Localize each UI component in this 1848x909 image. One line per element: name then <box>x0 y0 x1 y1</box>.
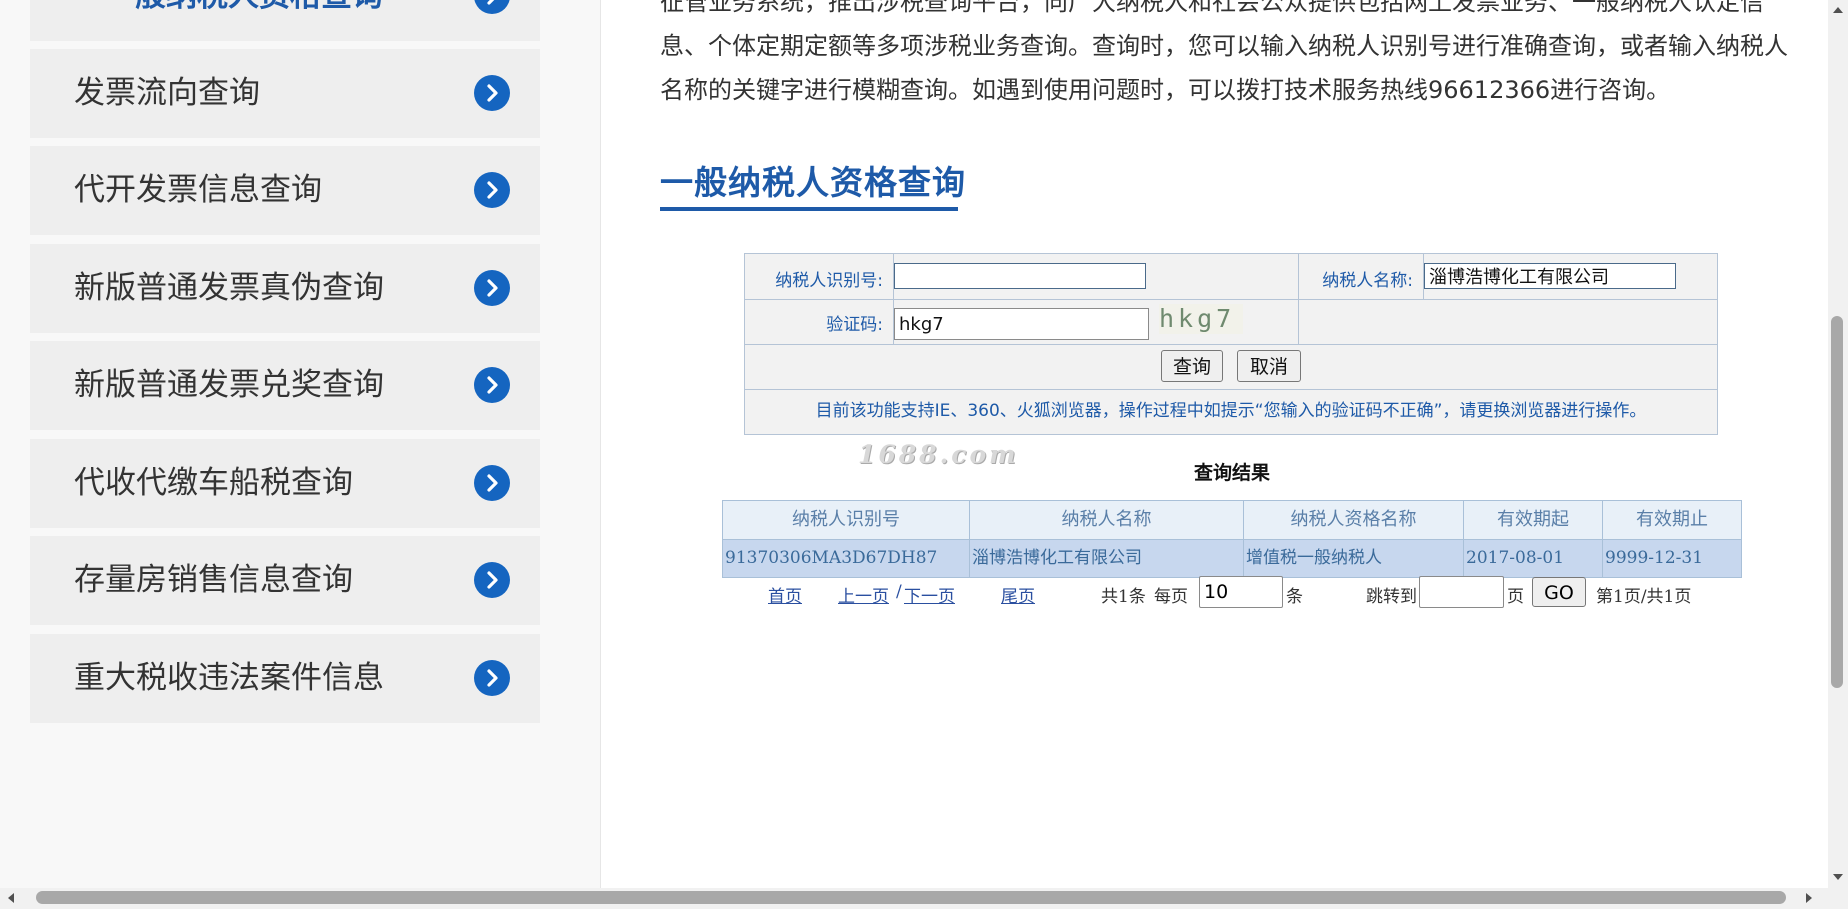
query-button[interactable]: 查询 <box>1161 350 1223 382</box>
table-cell: 9999-12-31 <box>1605 548 1704 568</box>
sidebar-item-general-taxpayer-query[interactable]: 一般纳税人资格查询 <box>30 0 540 41</box>
table-header: 纳税人识别号 纳税人名称 纳税人资格名称 有效期起 有效期止 <box>723 501 1741 540</box>
captcha-label: 验证码: <box>826 315 883 335</box>
scroll-down-icon[interactable] <box>1833 874 1843 880</box>
sidebar-item-label: 代收代缴车船税查询 <box>74 465 353 501</box>
result-title: 查询结果 <box>1194 462 1271 484</box>
sidebar-item-label: 代开发票信息查询 <box>74 172 322 208</box>
intro-line: 息、个体定期定额等多项涉税业务查询。查询时，您可以输入纳税人识别号进行准确查询，… <box>660 32 1788 60</box>
cancel-button[interactable]: 取消 <box>1237 350 1301 382</box>
sidebar-item-label: 发票流向查询 <box>74 75 260 111</box>
column-header: 有效期止 <box>1636 509 1708 530</box>
page-unit: 页 <box>1507 587 1524 607</box>
scroll-left-icon[interactable] <box>8 893 14 903</box>
browser-notice: 目前该功能支持IE、360、火狐浏览器，操作过程中如提示“您输入的验证码不正确”… <box>815 401 1647 421</box>
per-page-label: 每页 <box>1154 587 1188 607</box>
captcha-input[interactable] <box>894 308 1149 340</box>
chevron-right-icon <box>474 75 510 111</box>
column-header: 纳税人识别号 <box>792 509 900 530</box>
total-count: 共1条 <box>1101 587 1146 607</box>
last-page-link[interactable]: 尾页 <box>1001 582 1035 607</box>
chevron-right-icon <box>474 465 510 501</box>
table-cell: 淄博浩博化工有限公司 <box>972 548 1142 568</box>
table-cell: 91370306MA3D67DH87 <box>725 548 938 568</box>
sidebar-item-tax-violation-cases[interactable]: 重大税收违法案件信息 <box>30 634 540 723</box>
jump-label: 跳转到 <box>1366 587 1417 607</box>
prev-page-link[interactable]: 上一页 <box>838 582 889 607</box>
go-button[interactable]: GO <box>1532 577 1586 607</box>
sidebar-item-label: 一般纳税人资格查询 <box>104 0 383 41</box>
chevron-right-icon <box>474 367 510 403</box>
intro-line: 征管业务系统，推出涉税查询平台，向广大纳税人和社会公众提供包括网上发票业务、一般… <box>660 0 1764 16</box>
column-header: 有效期起 <box>1497 509 1569 530</box>
query-form: 纳税人识别号: 纳税人名称: 验证码: hkg7 查询 取消 目前该功能支持IE… <box>744 253 1718 435</box>
sidebar-item-label: 新版普通发票兑奖查询 <box>74 367 384 403</box>
sidebar-item-issued-invoice-query[interactable]: 代开发票信息查询 <box>30 146 540 235</box>
column-divider <box>1463 501 1464 577</box>
form-divider <box>745 299 1717 300</box>
vertical-scrollbar[interactable] <box>1828 0 1848 888</box>
table-cell: 2017-08-01 <box>1466 548 1565 568</box>
page-status: 第1页/共1页 <box>1596 587 1692 607</box>
pagination: 首页 上一页 / 下一页 尾页 共1条 每页 条 跳转到 页 GO 第1页/共1… <box>0 576 1848 616</box>
horizontal-scroll-thumb[interactable] <box>36 891 1786 904</box>
taxpayer-name-label: 纳税人名称: <box>1322 271 1413 291</box>
column-divider <box>969 501 970 577</box>
scroll-up-icon[interactable] <box>1833 7 1843 13</box>
per-page-unit: 条 <box>1286 587 1303 607</box>
column-header: 纳税人名称 <box>1061 509 1152 530</box>
sidebar: 一般纳税人资格查询 发票流向查询 代开发票信息查询 新版普通发票真伪查询 新版普… <box>0 0 601 888</box>
vertical-scroll-thumb[interactable] <box>1831 316 1843 688</box>
result-table: 纳税人识别号 纳税人名称 纳税人资格名称 有效期起 有效期止 91370306M… <box>722 500 1742 578</box>
taxpayer-id-label: 纳税人识别号: <box>775 271 883 291</box>
sidebar-item-label: 新版普通发票真伪查询 <box>74 270 384 306</box>
form-divider <box>745 344 1717 345</box>
jump-page-input[interactable] <box>1419 576 1504 608</box>
captcha-image[interactable]: hkg7 <box>1159 304 1243 334</box>
sidebar-item-label: 重大税收违法案件信息 <box>74 660 384 696</box>
column-header: 纳税人资格名称 <box>1290 509 1417 530</box>
chevron-right-icon <box>474 660 510 696</box>
column-divider <box>1602 501 1603 577</box>
form-divider <box>745 389 1717 390</box>
first-page-link[interactable]: 首页 <box>768 582 802 607</box>
intro-line: 名称的关键字进行模糊查询。如遇到使用问题时，可以拨打技术服务热线96612366… <box>660 76 1671 104</box>
scroll-right-icon[interactable] <box>1806 893 1812 903</box>
sidebar-item-invoice-authenticity-query[interactable]: 新版普通发票真伪查询 <box>30 244 540 333</box>
scrollbar-corner <box>1828 888 1848 909</box>
taxpayer-name-input[interactable] <box>1424 263 1676 289</box>
next-page-link[interactable]: 下一页 <box>904 582 955 607</box>
title-underline <box>660 207 958 211</box>
per-page-input[interactable] <box>1199 576 1283 608</box>
sidebar-item-invoice-prize-query[interactable]: 新版普通发票兑奖查询 <box>30 341 540 430</box>
column-divider <box>1243 501 1244 577</box>
taxpayer-id-input[interactable] <box>894 263 1146 289</box>
table-row[interactable]: 91370306MA3D67DH87 淄博浩博化工有限公司 增值税一般纳税人 2… <box>723 540 1741 577</box>
horizontal-scrollbar[interactable] <box>0 888 1828 909</box>
pager-separator: / <box>896 582 902 602</box>
table-cell: 增值税一般纳税人 <box>1246 548 1382 568</box>
intro-text: 征管业务系统，推出涉税查询平台，向广大纳税人和社会公众提供包括网上发票业务、一般… <box>660 0 1790 112</box>
chevron-right-icon <box>474 0 510 14</box>
section-title: 一般纳税人资格查询 <box>660 163 966 202</box>
sidebar-item-invoice-flow-query[interactable]: 发票流向查询 <box>30 49 540 138</box>
chevron-right-icon <box>474 172 510 208</box>
watermark: 1688.com <box>858 440 1019 469</box>
chevron-right-icon <box>474 270 510 306</box>
sidebar-item-vehicle-tax-query[interactable]: 代收代缴车船税查询 <box>30 439 540 528</box>
